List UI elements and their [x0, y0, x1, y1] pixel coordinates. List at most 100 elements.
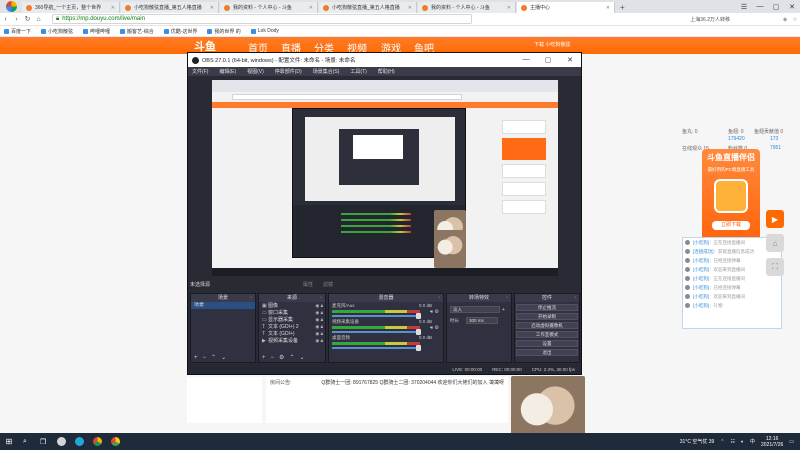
volume-icon[interactable]: 🔈︎ [741, 439, 744, 445]
source-item[interactable]: T 文本 (GDI+) ◉ 🔒︎ [259, 330, 325, 338]
promo-download-button[interactable]: 立即下载 [712, 221, 750, 230]
menu-icon[interactable]: ☰ [736, 3, 752, 11]
browser-taskbar-icon[interactable] [88, 433, 106, 450]
extension-icon[interactable]: ◈ [780, 16, 790, 23]
browser-tab[interactable]: 我的资料 - 个人中心 - 斗鱼 ✕ [418, 2, 516, 13]
maximize-icon[interactable]: ▢ [537, 56, 559, 64]
reload-icon[interactable]: ↻ [22, 15, 33, 23]
eye-lock-icon[interactable]: ◉ 🔒︎ [315, 338, 323, 344]
search-icon[interactable]: ⌕ [16, 433, 34, 450]
star-icon[interactable]: ☆ [790, 16, 800, 23]
network-icon[interactable]: ☷ [731, 439, 735, 445]
input-language[interactable]: 中 [750, 438, 755, 445]
bookmark-item[interactable]: Lok Dody [250, 28, 279, 34]
menu-help[interactable]: 帮助(H) [378, 68, 395, 75]
transition-select[interactable]: 淡入 [450, 306, 500, 313]
eye-lock-icon[interactable]: ◉ 🔒︎ [315, 310, 323, 316]
add-icon[interactable]: + [502, 307, 505, 313]
browser-tab[interactable]: 我的资料 - 个人中心 - 斗鱼 ✕ [220, 2, 318, 13]
source-item[interactable]: ▣ 图像 ◉ 🔒︎ [259, 302, 325, 310]
volume-slider[interactable] [332, 345, 421, 351]
new-tab-button[interactable]: + [616, 2, 629, 13]
settings-button[interactable]: 设置 [516, 340, 578, 347]
source-item[interactable]: ▶ 视频采集设备 ◉ 🔒︎ [259, 337, 325, 345]
close-icon[interactable]: ✕ [111, 5, 115, 11]
close-icon[interactable]: ✕ [606, 5, 610, 11]
gear-icon[interactable]: ⚙ [279, 354, 284, 361]
source-item[interactable]: ▭ 窗口采集 ◉ 🔒︎ [259, 309, 325, 317]
dock-float-icon[interactable]: ▫ [506, 294, 508, 302]
move-up-icon[interactable]: ⌃ [211, 354, 216, 361]
menu-file[interactable]: 文件(F) [192, 68, 208, 75]
close-icon[interactable]: ✕ [210, 5, 214, 11]
browser-tab[interactable]: 小吃狗散弦直播_第五人格直播 ✕ [121, 2, 219, 13]
exit-button[interactable]: 退出 [516, 349, 578, 356]
browser-logo-icon[interactable] [0, 0, 22, 13]
user-area[interactable]: 下载 小吃狗散弦 [534, 41, 570, 48]
address-bar[interactable]: 🔒︎ https://mp.douyu.com/live/main [52, 14, 472, 24]
remove-icon[interactable]: − [271, 355, 275, 361]
start-recording-button[interactable]: 开始录制 [516, 313, 578, 320]
browser-tab-active[interactable]: 主播中心 ✕ [517, 2, 615, 13]
dock-float-icon[interactable]: ▫ [320, 294, 322, 302]
eye-lock-icon[interactable]: ◉ 🔒︎ [315, 317, 323, 323]
dock-float-icon[interactable]: ▫ [574, 294, 576, 302]
close-icon[interactable]: ✕ [408, 5, 412, 11]
menu-scene-collection[interactable]: 场景集合(S) [313, 68, 340, 75]
house-icon[interactable]: ⌂ [766, 234, 784, 252]
duration-input[interactable]: 300 ms [466, 317, 498, 324]
home-icon[interactable]: ⌂ [33, 16, 44, 23]
browser-tab[interactable]: 360导航_一个主页，整个世界 ✕ [22, 2, 120, 13]
minimize-icon[interactable]: — [752, 3, 768, 10]
source-item[interactable]: T 文本 (GDI+) 2 ◉ 🔒︎ [259, 323, 325, 331]
close-icon[interactable]: ✕ [309, 5, 313, 11]
forward-icon[interactable]: › [11, 16, 22, 23]
minimize-icon[interactable]: — [515, 56, 537, 64]
menu-view[interactable]: 视图(V) [247, 68, 264, 75]
properties-button[interactable]: 属性 [303, 281, 313, 288]
browser-tab[interactable]: 小吃狗散弦直播_第五人格直播 ✕ [319, 2, 417, 13]
bookmark-item[interactable]: 哔哩哔哩 [83, 28, 110, 35]
studio-mode-button[interactable]: 工作室模式 [516, 331, 578, 338]
scene-item[interactable]: 场景 [191, 302, 255, 309]
add-icon[interactable]: + [262, 355, 266, 361]
volume-slider[interactable] [332, 313, 421, 319]
speaker-gear-icon[interactable]: 🔊︎ ⚙ [430, 325, 439, 331]
virtual-camera-button[interactable]: 启动虚拟摄像机 [516, 322, 578, 329]
play-icon[interactable]: ▶ [766, 210, 784, 228]
task-view-icon[interactable]: ❐ [34, 433, 52, 450]
eye-lock-icon[interactable]: ◉ 🔒︎ [315, 303, 323, 309]
windows-start-icon[interactable]: ⊞ [2, 437, 16, 446]
expand-icon[interactable]: ⛶ [766, 258, 784, 276]
volume-slider[interactable] [332, 329, 421, 335]
bookmark-item[interactable]: 小吃狗散弦 [41, 28, 73, 35]
bookmark-item[interactable]: 我的世界 的 [207, 28, 241, 35]
bookmark-item[interactable]: 百度一下 [4, 28, 31, 35]
notification-icon[interactable]: ▭ [789, 439, 794, 445]
bookmark-item[interactable]: 搬客艺-综合 [120, 28, 154, 35]
speaker-gear-icon[interactable]: 🔊︎ ⚙ [430, 309, 439, 315]
obs-preview[interactable] [212, 80, 558, 276]
filters-button[interactable]: 滤镜 [323, 281, 333, 288]
news-ticker[interactable]: 上海36.2万人转移 [690, 16, 730, 23]
dock-float-icon[interactable]: ▫ [438, 294, 440, 302]
clock[interactable]: 12:16 2021/7/26 [761, 436, 783, 448]
menu-tools[interactable]: 工具(T) [350, 68, 366, 75]
menu-edit[interactable]: 编辑(E) [219, 68, 236, 75]
chrome-taskbar-icon[interactable] [106, 433, 124, 450]
tray-arrow-icon[interactable]: ⌃ [720, 439, 724, 445]
remove-icon[interactable]: − [203, 355, 207, 361]
maximize-icon[interactable]: ▢ [768, 3, 784, 11]
move-down-icon[interactable]: ⌄ [299, 354, 304, 361]
stop-streaming-button[interactable]: 停止推流 [516, 304, 578, 311]
close-icon[interactable]: ✕ [559, 56, 581, 64]
close-window-icon[interactable]: ✕ [784, 3, 800, 11]
back-icon[interactable]: ‹ [0, 16, 11, 23]
bookmark-item[interactable]: 优酷-这世界 [163, 28, 197, 35]
move-up-icon[interactable]: ⌃ [289, 354, 294, 361]
close-icon[interactable]: ✕ [507, 5, 511, 11]
eye-lock-icon[interactable]: ◉ 🔒︎ [315, 331, 323, 337]
obs-taskbar-icon[interactable] [52, 433, 70, 450]
weather-widget[interactable]: 31°C 空气优 39 [680, 438, 715, 445]
app-taskbar-icon[interactable] [70, 433, 88, 450]
